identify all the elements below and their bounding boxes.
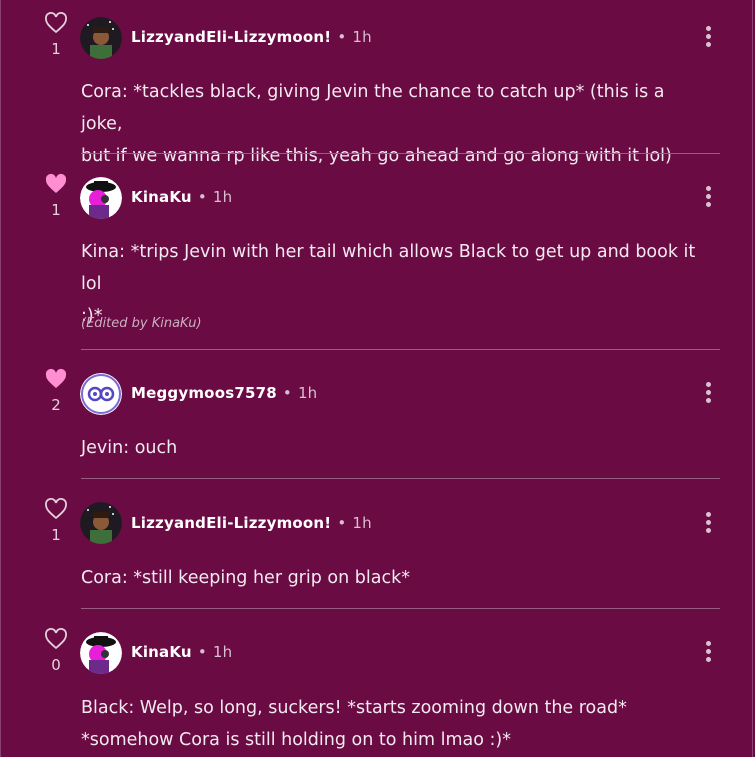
heart-filled-icon[interactable] [44, 368, 68, 390]
comment-author[interactable]: Meggymoos7578 • 1h [131, 384, 317, 402]
avatar[interactable] [80, 17, 122, 59]
comment-time: 1h [212, 188, 233, 206]
comment-time: 1h [212, 643, 233, 661]
author-name[interactable]: KinaKu [131, 643, 192, 661]
edited-note: (Edited by KinaKu) [81, 316, 202, 331]
comment-body: Cora: *still keeping her grip on black* [81, 562, 711, 594]
comment-author[interactable]: KinaKu • 1h [131, 643, 232, 661]
like-control[interactable]: 0 [44, 628, 68, 674]
divider [81, 349, 720, 350]
comment-line: *somehow Cora is still holding on to him… [81, 730, 511, 750]
comment-line: Black: Welp, so long, suckers! *starts z… [81, 698, 627, 718]
comment-time: 1h [352, 514, 372, 532]
heart-outline-icon[interactable] [44, 12, 68, 34]
like-count: 1 [51, 201, 61, 219]
avatar[interactable] [80, 632, 122, 674]
separator-dot: • [337, 28, 347, 46]
author-name[interactable]: LizzyandEli-Lizzymoon! [131, 514, 331, 532]
more-options-icon[interactable] [699, 382, 717, 408]
like-count: 1 [51, 40, 61, 58]
like-control[interactable]: 1 [44, 498, 68, 544]
more-options-icon[interactable] [699, 26, 717, 52]
avatar[interactable] [80, 177, 122, 219]
comment-line: Cora: *still keeping her grip on black* [81, 568, 410, 588]
like-count: 0 [51, 656, 61, 674]
like-control[interactable]: 1 [44, 12, 68, 58]
comment-author[interactable]: LizzyandEli-Lizzymoon! • 1h [131, 28, 372, 46]
author-name[interactable]: LizzyandEli-Lizzymoon! [131, 28, 331, 46]
comment-body: Cora: *tackles black, giving Jevin the c… [81, 76, 711, 172]
divider [81, 153, 720, 154]
divider [81, 478, 720, 479]
more-options-icon[interactable] [699, 512, 717, 538]
comment-time: 1h [352, 28, 372, 46]
comment-author[interactable]: LizzyandEli-Lizzymoon! • 1h [131, 514, 372, 532]
like-control[interactable]: 2 [44, 368, 68, 414]
like-control[interactable]: 1 [44, 173, 68, 219]
comment-author[interactable]: KinaKu • 1h [131, 188, 232, 206]
divider [81, 608, 720, 609]
comment-time: 1h [297, 384, 318, 402]
avatar[interactable] [80, 502, 122, 544]
comment-line: Kina: *trips Jevin with her tail which a… [81, 242, 696, 294]
comment-line: but if we wanna rp like this, yeah go ah… [81, 146, 672, 166]
comment-line: Jevin: ouch [81, 438, 178, 458]
comment-body: Black: Welp, so long, suckers! *starts z… [81, 692, 711, 756]
separator-dot: • [337, 514, 347, 532]
heart-outline-icon[interactable] [44, 628, 68, 650]
avatar[interactable] [80, 373, 122, 415]
like-count: 1 [51, 526, 61, 544]
comment-body: Jevin: ouch [81, 432, 711, 464]
author-name[interactable]: KinaKu [131, 188, 192, 206]
comment-line: Cora: *tackles black, giving Jevin the c… [81, 82, 665, 134]
separator-dot: • [197, 188, 207, 206]
separator-dot: • [282, 384, 292, 402]
separator-dot: • [197, 643, 207, 661]
like-count: 2 [51, 396, 61, 414]
heart-filled-icon[interactable] [44, 173, 68, 195]
more-options-icon[interactable] [699, 186, 717, 212]
heart-outline-icon[interactable] [44, 498, 68, 520]
author-name[interactable]: Meggymoos7578 [131, 384, 277, 402]
more-options-icon[interactable] [699, 641, 717, 667]
